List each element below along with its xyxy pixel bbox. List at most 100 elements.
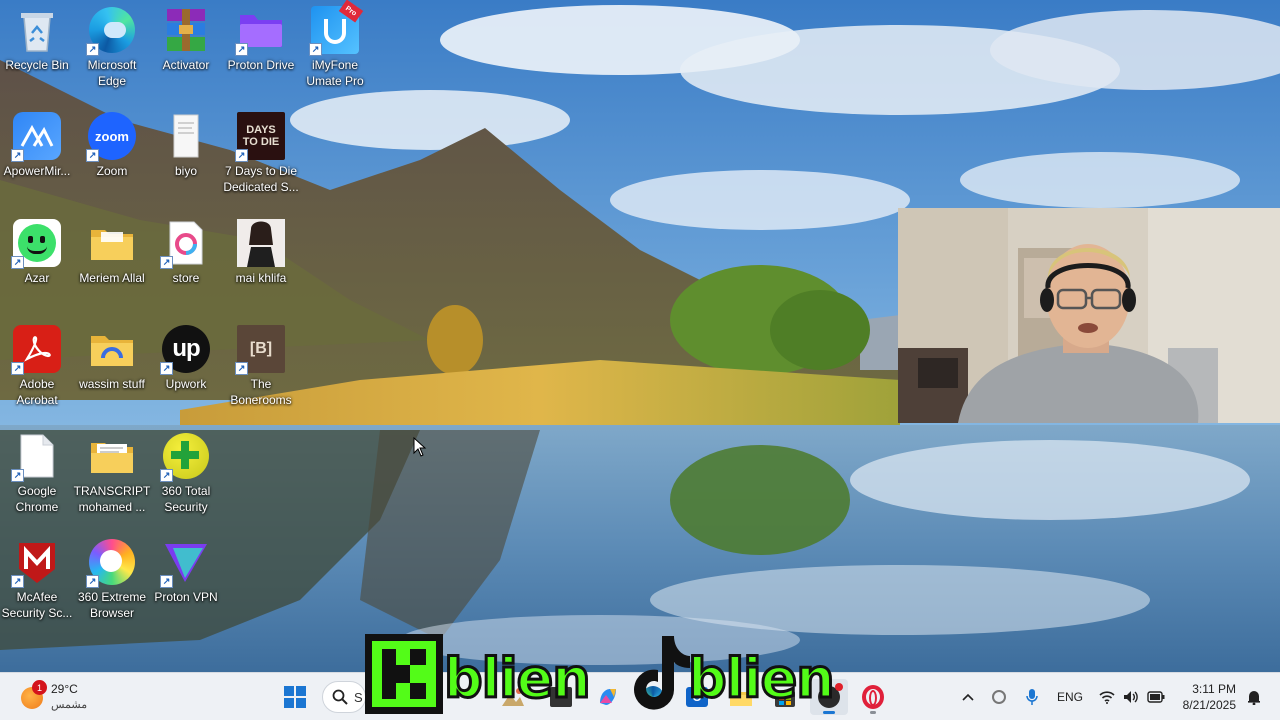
desktop-icon-recycle-bin[interactable]: Recycle Bin: [0, 6, 74, 73]
desktop-icon-zoom[interactable]: zoom ↗ Zoom: [75, 112, 149, 179]
desktop-icon-apowermirror[interactable]: ↗ ApowerMir...: [0, 112, 74, 179]
desktop-icon-transcript[interactable]: TRANSCRIPT mohamed ...: [73, 432, 151, 515]
taskbar-app-terminal[interactable]: [542, 679, 580, 715]
desktop-icon-store[interactable]: ↗ store: [149, 219, 223, 286]
desktop-icon-label: Google Chrome: [15, 484, 59, 514]
azar-icon: ↗: [11, 219, 61, 269]
store-icon: [775, 691, 795, 707]
desktop-icon-meriem-allal[interactable]: Meriem Allal: [75, 219, 149, 286]
shortcut-arrow-icon: ↗: [11, 256, 24, 269]
desktop-icon-label: ApowerMir...: [3, 164, 71, 178]
desktop-icon-label: Microsoft Edge: [87, 58, 137, 88]
shortcut-arrow-icon: ↗: [160, 469, 173, 482]
desktop-icon-label: store: [172, 271, 200, 285]
shortcut-arrow-icon: ↗: [235, 362, 248, 375]
portrait-icon: [237, 219, 285, 267]
weather-temperature: 29°C: [51, 682, 78, 696]
desktop-icon-microsoft-edge[interactable]: ↗ Microsoft Edge: [75, 6, 149, 89]
edge-icon: ↗: [86, 6, 136, 56]
obs-icon: [818, 683, 843, 708]
desktop-icon-label: Azar: [24, 271, 50, 285]
zoom-icon: zoom ↗: [86, 112, 136, 162]
imyfone-icon: Pro ↗: [309, 0, 364, 56]
battery-icon: [1147, 691, 1165, 703]
desktop-icon-label: wassim stuff: [79, 377, 145, 391]
shortcut-arrow-icon: ↗: [86, 43, 99, 56]
windows-icon: [284, 686, 306, 708]
tray-app-button[interactable]: [988, 673, 1010, 720]
shortcut-arrow-icon: ↗: [309, 43, 322, 56]
shortcut-arrow-icon: ↗: [235, 149, 248, 162]
show-hidden-icons-button[interactable]: [958, 673, 978, 720]
volume-icon: [1124, 691, 1138, 703]
taskbar-clock[interactable]: 3:11 PM 8/21/2025: [1166, 681, 1236, 713]
desktop-icon-label: iMyFone Umate Pro: [306, 58, 364, 88]
desktop-icon-proton-drive[interactable]: ↗ Proton Drive: [224, 6, 298, 73]
desktop-icon-wassim-stuff[interactable]: wassim stuff: [75, 325, 149, 392]
desktop-icon-proton-vpn[interactable]: ↗ Proton VPN: [149, 538, 223, 605]
shortcut-arrow-icon: ↗: [11, 149, 24, 162]
taskbar-app-outlook[interactable]: O: [678, 679, 716, 715]
search-text: S: [354, 689, 363, 705]
game-icon: DAYS TO DIE ↗: [235, 112, 285, 162]
opera-icon: [862, 685, 884, 709]
desktop-icon-upwork[interactable]: up ↗ Upwork: [149, 325, 223, 392]
microphone-button[interactable]: [1022, 673, 1042, 720]
desktop-icon-google-chrome[interactable]: ↗ Google Chrome: [0, 432, 74, 515]
language-indicator[interactable]: ENG: [1054, 673, 1086, 720]
desktop-icon-label: Zoom: [96, 164, 128, 178]
browser-ring-icon: ↗: [86, 538, 136, 588]
archive-icon: [162, 6, 210, 54]
shortcut-arrow-icon: ↗: [86, 575, 99, 588]
tray-app-icon: [992, 690, 1006, 704]
shortcut-arrow-icon: ↗: [11, 469, 24, 482]
taskbar-app-obs[interactable]: [810, 679, 848, 715]
desktop-icon-adobe-acrobat[interactable]: ↗ Adobe Acrobat: [0, 325, 74, 408]
desktop-icon-360-extreme-browser[interactable]: ↗ 360 Extreme Browser: [75, 538, 149, 621]
desktop-icon-label: Upwork: [165, 377, 207, 391]
desktop-icon-label: The Bonerooms: [230, 377, 292, 407]
active-app-indicator: [823, 711, 835, 714]
desktop-icon-mai-khlifa[interactable]: mai khlifa: [224, 219, 298, 286]
desktop-icon-label: Adobe Acrobat: [16, 377, 58, 407]
shortcut-arrow-icon: ↗: [160, 256, 173, 269]
desktop-icon-imyfone[interactable]: Pro ↗ iMyFone Umate Pro: [298, 0, 372, 89]
acrobat-icon: ↗: [11, 325, 61, 375]
desktop-icon-7-days-to-die[interactable]: DAYS TO DIE ↗ 7 Days to Die Dedicated S.…: [223, 112, 299, 195]
clock-date: 8/21/2025: [1182, 698, 1236, 712]
quick-settings-button[interactable]: [1096, 673, 1168, 720]
folder-icon: [88, 219, 136, 267]
vpn-icon: ↗: [160, 538, 210, 588]
taskbar-search[interactable]: S: [322, 681, 366, 713]
notifications-button[interactable]: [1244, 673, 1264, 720]
terminal-icon: [550, 687, 572, 707]
taskbar-app-edge[interactable]: [634, 679, 672, 715]
desktop-icon-label: biyo: [174, 164, 197, 178]
desktop-icon-biyo[interactable]: biyo: [149, 112, 223, 179]
taskbar-app-opera[interactable]: [854, 679, 892, 715]
start-button[interactable]: [276, 679, 314, 715]
shortcut-arrow-icon: ↗: [160, 575, 173, 588]
document-icon: [162, 112, 210, 160]
taskbar-app-photos[interactable]: [494, 679, 532, 715]
copilot-icon: [600, 689, 616, 705]
folder-icon: [88, 432, 136, 480]
desktop-icon-label: TRANSCRIPT mohamed ...: [73, 484, 151, 514]
taskbar-app-copilot[interactable]: [589, 679, 627, 715]
desktop-icon-the-bonerooms[interactable]: [B] ↗ The Bonerooms: [224, 325, 298, 408]
desktop-icon-mcafee[interactable]: ↗ McAfee Security Sc...: [0, 538, 74, 621]
desktop-icon-label: 7 Days to Die Dedicated S...: [223, 164, 299, 194]
desktop-icon-label: mai khlifa: [235, 271, 287, 285]
desktop-icon-label: Meriem Allal: [79, 271, 145, 285]
desktop-icon-label: 360 Extreme Browser: [77, 590, 147, 620]
desktop-icon-label: Proton Drive: [227, 58, 295, 72]
taskbar-app-store[interactable]: [766, 679, 804, 715]
desktop-icon-360-total-security[interactable]: ↗ 360 Total Security: [149, 432, 223, 515]
webcam-overlay: [898, 208, 1280, 423]
upwork-icon: up ↗: [160, 325, 210, 375]
desktop-icon-activator[interactable]: Activator: [149, 6, 223, 73]
weather-widget[interactable]: 1 29°C مشمس: [18, 679, 108, 715]
taskbar-app-file-explorer[interactable]: [722, 679, 760, 715]
outlook-icon: O: [686, 687, 708, 707]
desktop-icon-azar[interactable]: ↗ Azar: [0, 219, 74, 286]
